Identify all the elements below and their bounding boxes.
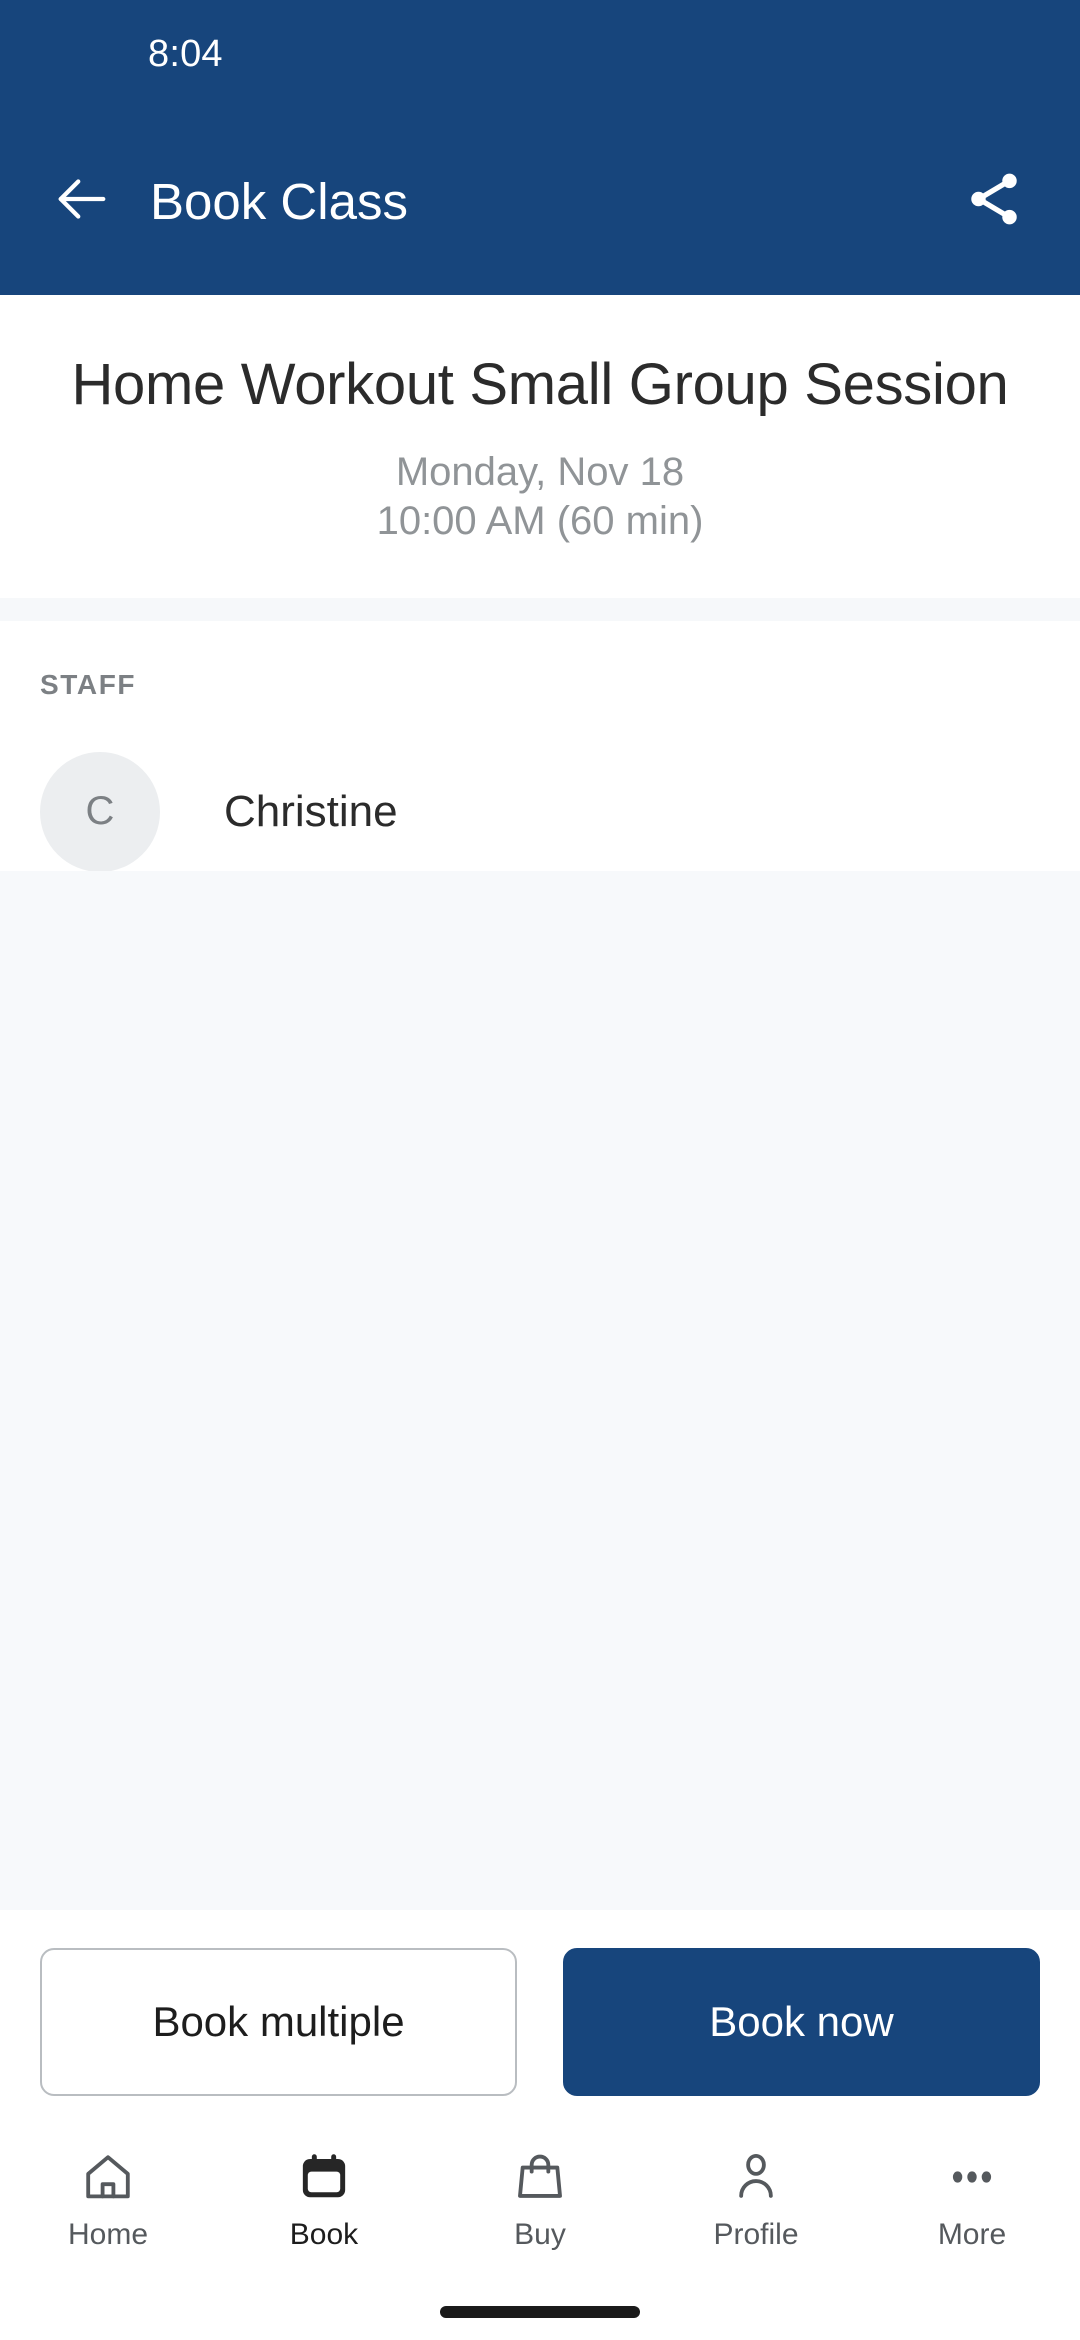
home-icon <box>81 2146 135 2208</box>
book-multiple-button[interactable]: Book multiple <box>40 1948 517 2096</box>
app-bar-title: Book Class <box>150 173 408 230</box>
class-header-card: Home Workout Small Group Session Monday,… <box>0 295 1080 598</box>
status-bar-clock: 8:04 <box>148 32 223 75</box>
bottom-navigation: Home Book Buy Profile More <box>0 2132 1080 2284</box>
nav-label-more: More <box>937 2218 1007 2251</box>
nav-item-home[interactable]: Home <box>0 2146 216 2252</box>
nav-item-more[interactable]: More <box>864 2146 1080 2252</box>
class-time: 10:00 AM (60 min) <box>376 498 704 543</box>
nav-item-book[interactable]: Book <box>216 2146 432 2252</box>
avatar: C <box>40 751 160 872</box>
app-root: 8:04 Book Class Home Workout Small Group… <box>0 0 1080 2340</box>
class-title: Home Workout Small Group Session <box>71 352 1009 417</box>
ellipsis-icon <box>945 2146 999 2208</box>
staff-name: Christine <box>224 786 398 836</box>
action-bar: Book multiple Book now <box>0 1910 1080 2132</box>
share-icon <box>963 168 1025 235</box>
nav-label-profile: Profile <box>713 2218 799 2251</box>
person-icon <box>729 2146 783 2208</box>
content-scroll-area: Home Workout Small Group Session Monday,… <box>0 295 1080 1910</box>
nav-item-profile[interactable]: Profile <box>648 2146 864 2252</box>
gesture-bar <box>0 2284 1080 2340</box>
share-button[interactable] <box>956 164 1032 240</box>
home-indicator[interactable] <box>440 2306 640 2318</box>
nav-label-buy: Buy <box>514 2218 566 2251</box>
staff-section-label: STAFF <box>40 668 137 700</box>
empty-content-area <box>0 870 1080 1910</box>
section-divider <box>0 597 1080 621</box>
nav-label-home: Home <box>67 2218 149 2251</box>
shopping-bag-icon <box>513 2146 567 2208</box>
class-date: Monday, Nov 18 <box>395 449 685 494</box>
staff-card: STAFF C Christine <box>0 620 1080 872</box>
arrow-left-icon <box>52 169 112 234</box>
nav-label-book: Book <box>289 2218 359 2251</box>
app-bar: Book Class <box>0 108 1080 295</box>
nav-item-buy[interactable]: Buy <box>432 2146 648 2252</box>
staff-list-item[interactable]: C Christine <box>0 701 1080 872</box>
book-now-button[interactable]: Book now <box>563 1948 1040 2096</box>
calendar-icon <box>297 2146 351 2208</box>
avatar-initial: C <box>85 789 115 834</box>
status-bar: 8:04 <box>0 0 1080 108</box>
back-button[interactable] <box>46 166 118 238</box>
